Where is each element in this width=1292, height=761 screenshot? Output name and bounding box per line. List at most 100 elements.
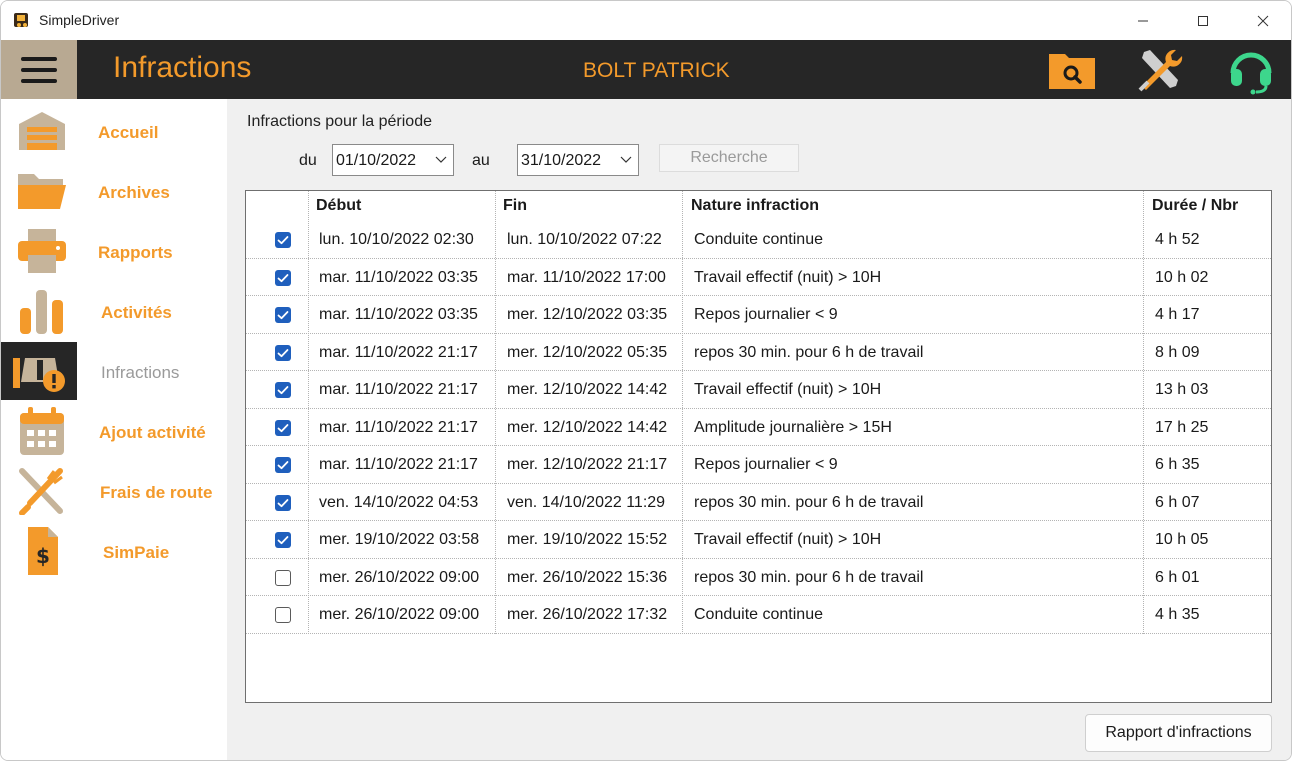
cell-debut: mar. 11/10/2022 03:35	[319, 268, 478, 286]
cell-duree: 10 h 05	[1155, 531, 1209, 548]
column-header-fin[interactable]: Fin	[503, 197, 527, 215]
sidebar-item-infractions[interactable]: Infractions	[1, 341, 227, 401]
row-checkbox[interactable]	[275, 382, 291, 398]
settings-tools-button[interactable]	[1133, 40, 1191, 99]
hamburger-menu-button[interactable]	[1, 40, 77, 99]
cell-duree: 8 h 09	[1155, 343, 1200, 361]
checkmark-icon	[277, 348, 289, 357]
table-row[interactable]: mar. 11/10/2022 03:35 mer. 12/10/2022 03:…	[246, 296, 1271, 334]
table-row[interactable]: mar. 11/10/2022 21:17 mer. 12/10/2022 14:…	[246, 371, 1271, 409]
sidebar-item-rapports[interactable]: Rapports	[1, 221, 227, 281]
cell-debut: mer. 26/10/2022 09:00	[319, 568, 480, 586]
title-bar: SimpleDriver	[1, 1, 1291, 40]
minimize-button[interactable]	[1119, 1, 1167, 40]
sidebar-item-simpaie[interactable]: $ SimPaie	[1, 521, 227, 581]
folder-icon	[11, 165, 73, 217]
app-window: SimpleDriver Infractions BOLT PATRICK Ac…	[0, 0, 1292, 761]
checkmark-icon	[277, 536, 289, 545]
table-row[interactable]: mer. 26/10/2022 09:00 mer. 26/10/2022 15:…	[246, 559, 1271, 596]
checkmark-icon	[277, 498, 289, 507]
sidebar-item-ajout-activite[interactable]: Ajout activité	[1, 401, 227, 461]
sidebar-item-accueil[interactable]: Accueil	[1, 101, 227, 161]
row-checkbox[interactable]	[275, 307, 291, 323]
cell-fin: mer. 12/10/2022 14:42	[507, 381, 668, 398]
search-button[interactable]: Recherche	[659, 144, 799, 172]
sidebar-item-label: SimPaie	[103, 543, 170, 562]
table-row[interactable]: lun. 10/10/2022 02:30 lun. 10/10/2022 07:…	[246, 221, 1271, 259]
table-row[interactable]: mer. 26/10/2022 09:00 mer. 26/10/2022 17:…	[246, 596, 1271, 634]
row-checkbox[interactable]	[275, 232, 291, 248]
table-header: Début Fin Nature infraction Durée / Nbr	[246, 191, 1271, 225]
svg-text:$: $	[36, 544, 50, 568]
cell-fin: mer. 12/10/2022 14:42	[507, 418, 668, 436]
row-checkbox[interactable]	[275, 269, 291, 286]
row-checkbox[interactable]	[275, 532, 291, 548]
checkmark-icon	[277, 461, 289, 470]
sidebar-item-label: Frais de route	[100, 483, 213, 502]
support-button[interactable]	[1223, 40, 1279, 99]
cell-duree: 17 h 25	[1155, 418, 1209, 436]
cell-duree: 4 h 17	[1155, 306, 1200, 323]
table-row[interactable]: mar. 11/10/2022 21:17 mer. 12/10/2022 14:…	[246, 409, 1271, 446]
table-row[interactable]: mar. 11/10/2022 21:17 mer. 12/10/2022 21:…	[246, 446, 1271, 484]
cell-nature: Travail effectif (nuit) > 10H	[694, 531, 882, 548]
column-header-duree[interactable]: Durée / Nbr	[1152, 197, 1238, 215]
sidebar-item-archives[interactable]: Archives	[1, 161, 227, 221]
cell-debut: mar. 11/10/2022 21:17	[319, 343, 478, 361]
cell-nature: Travail effectif (nuit) > 10H	[694, 381, 882, 398]
to-date-picker[interactable]: 31/10/2022	[517, 144, 639, 176]
from-date-picker[interactable]: 01/10/2022	[332, 144, 454, 176]
row-checkbox[interactable]	[275, 569, 291, 586]
column-header-nature[interactable]: Nature infraction	[691, 197, 819, 215]
driver-name: BOLT PATRICK	[583, 59, 730, 82]
chevron-down-icon	[435, 156, 447, 163]
cell-duree: 6 h 01	[1155, 568, 1200, 586]
table-row[interactable]: mar. 11/10/2022 03:35 mar. 11/10/2022 17:…	[246, 259, 1271, 296]
table-row[interactable]: ven. 14/10/2022 04:53 ven. 14/10/2022 11:…	[246, 484, 1271, 521]
cell-nature: Travail effectif (nuit) > 10H	[694, 268, 882, 286]
cell-fin: lun. 10/10/2022 07:22	[507, 231, 662, 248]
cell-debut: mar. 11/10/2022 21:17	[319, 381, 478, 398]
cell-nature: Repos journalier < 9	[694, 306, 838, 323]
sidebar: Accueil Archives Rapports Activités Infr…	[1, 99, 227, 760]
maximize-button[interactable]	[1179, 1, 1227, 40]
row-checkbox[interactable]	[275, 494, 291, 511]
cell-nature: Conduite continue	[694, 231, 823, 248]
infraction-report-button[interactable]: Rapport d'infractions	[1085, 714, 1272, 752]
checkmark-icon	[277, 423, 289, 432]
cell-nature: Repos journalier < 9	[694, 456, 838, 473]
cell-fin: mer. 12/10/2022 21:17	[507, 456, 668, 473]
cell-debut: ven. 14/10/2022 04:53	[319, 493, 479, 511]
tools-icon	[1138, 49, 1183, 91]
table-row[interactable]: mar. 11/10/2022 21:17 mer. 12/10/2022 05:…	[246, 334, 1271, 371]
calendar-icon	[11, 405, 73, 457]
period-label: Infractions pour la période	[247, 113, 432, 130]
row-checkbox[interactable]	[275, 457, 291, 473]
cell-duree: 13 h 03	[1155, 381, 1209, 398]
cell-nature: Conduite continue	[694, 606, 823, 623]
page-title: Infractions	[113, 51, 252, 84]
sidebar-item-label: Ajout activité	[99, 423, 206, 442]
sidebar-item-activites[interactable]: Activités	[1, 281, 227, 341]
column-header-debut[interactable]: Début	[316, 197, 361, 215]
main-content: Infractions pour la période du 01/10/202…	[227, 99, 1291, 760]
fork-knife-icon	[11, 465, 73, 517]
row-checkbox[interactable]	[275, 607, 291, 623]
cell-duree: 10 h 02	[1155, 268, 1209, 286]
table-row[interactable]: mer. 19/10/2022 03:58 mer. 19/10/2022 15:…	[246, 521, 1271, 559]
row-checkbox[interactable]	[275, 419, 291, 436]
close-button[interactable]	[1239, 1, 1287, 40]
cell-nature: repos 30 min. pour 6 h de travail	[694, 343, 924, 361]
sidebar-item-frais-de-route[interactable]: Frais de route	[1, 461, 227, 521]
folder-search-button[interactable]	[1047, 40, 1097, 99]
cell-debut: mer. 19/10/2022 03:58	[319, 531, 480, 548]
cell-fin: mer. 26/10/2022 15:36	[507, 568, 668, 586]
checkmark-icon	[277, 311, 289, 320]
cell-debut: mar. 11/10/2022 03:35	[319, 306, 478, 323]
row-checkbox[interactable]	[275, 344, 291, 361]
cell-duree: 4 h 52	[1155, 231, 1200, 248]
printer-icon	[11, 225, 73, 277]
from-label: du	[299, 152, 317, 169]
cell-debut: mar. 11/10/2022 21:17	[319, 418, 478, 436]
hamburger-icon	[21, 56, 57, 83]
